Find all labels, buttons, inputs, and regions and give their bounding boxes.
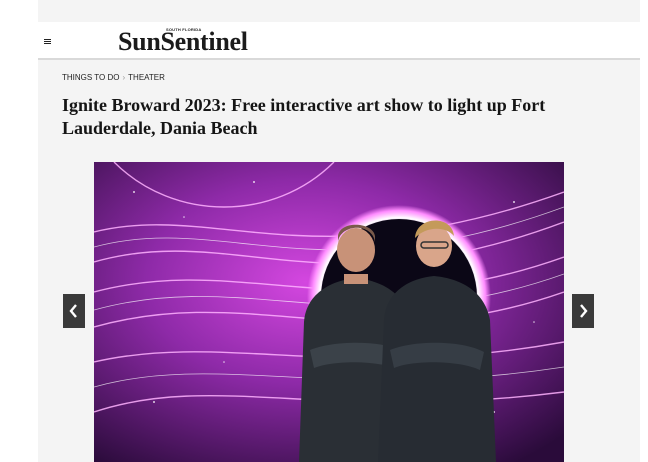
chevron-right-icon xyxy=(580,304,588,318)
chevron-left-icon xyxy=(69,304,77,318)
article-headline: Ignite Broward 2023: Free interactive ar… xyxy=(62,95,546,138)
hero-photo-illustration xyxy=(94,162,564,462)
page: SOUTH FLORIDA SunSentinel THINGS TO DO › T… xyxy=(38,0,640,462)
breadcrumb-separator-icon: › xyxy=(122,73,126,82)
breadcrumb: THINGS TO DO › THEATER xyxy=(62,73,165,82)
site-logo[interactable]: SOUTH FLORIDA SunSentinel xyxy=(118,25,298,57)
gallery-prev-button[interactable] xyxy=(63,294,85,328)
breadcrumb-section-link[interactable]: THINGS TO DO xyxy=(62,73,120,82)
logo-text: SunSentinel xyxy=(118,27,248,56)
breadcrumb-subsection-link[interactable]: THEATER xyxy=(128,73,165,82)
gallery-next-button[interactable] xyxy=(572,294,594,328)
site-header: SOUTH FLORIDA SunSentinel xyxy=(38,22,640,60)
hero-image xyxy=(94,162,564,462)
hamburger-menu-icon[interactable] xyxy=(44,39,51,44)
